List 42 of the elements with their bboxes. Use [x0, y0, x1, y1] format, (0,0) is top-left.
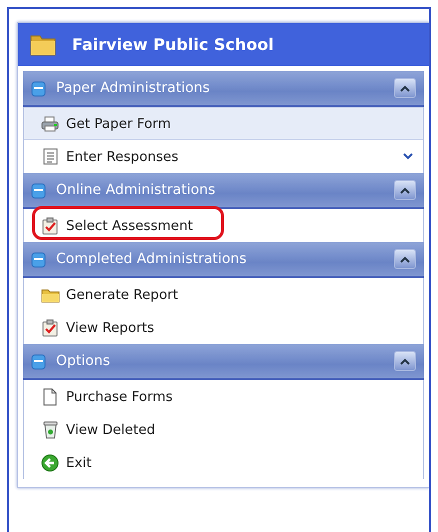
menu-item[interactable]: Generate Report — [24, 278, 423, 311]
page-icon — [43, 388, 57, 406]
chevron-icon — [400, 84, 410, 92]
menu-item-label: Purchase Forms — [66, 388, 174, 404]
section-icon — [31, 352, 46, 370]
form-icon — [42, 148, 58, 165]
section-icon — [31, 80, 46, 96]
collapse-button[interactable] — [394, 78, 416, 98]
chevron-icon — [400, 358, 410, 364]
chevron-icon — [400, 186, 410, 194]
menu-item-label: Select Assessment — [66, 218, 194, 234]
chevron-down-icon — [403, 153, 413, 160]
section-title: Online Administrations — [56, 182, 216, 198]
checklist-icon — [42, 216, 58, 234]
menu-item[interactable]: Enter Responses — [24, 140, 423, 173]
section-icon — [31, 250, 46, 268]
section-title: Paper Administrations — [56, 80, 211, 96]
recycle-bin-icon — [42, 420, 58, 438]
collapse-button[interactable] — [394, 249, 416, 269]
collapse-button[interactable] — [394, 180, 416, 200]
folder-icon — [30, 34, 56, 56]
menu-item-label: Exit — [66, 454, 93, 470]
section-title: Options — [56, 353, 112, 369]
menu-item-label: View Reports — [66, 320, 156, 336]
menu-item[interactable]: Get Paper Form — [24, 107, 423, 140]
menu-item[interactable]: View Reports — [24, 311, 423, 344]
section-title: Completed Administrations — [56, 251, 248, 267]
collapse-button[interactable] — [394, 351, 416, 371]
menu-item[interactable]: View Deleted — [24, 413, 423, 446]
section-icon — [31, 182, 46, 198]
panel-title: Fairview Public School — [72, 35, 274, 54]
menu-item-label: Enter Responses — [66, 148, 180, 164]
folder-icon — [40, 286, 60, 302]
menu-item[interactable]: Exit — [24, 446, 423, 479]
menu-item[interactable]: Select Assessment — [24, 209, 423, 242]
chevron-icon — [400, 256, 410, 262]
checklist-icon — [42, 318, 58, 336]
menu-item-label: View Deleted — [66, 422, 156, 438]
menu-item-label: Generate Report — [66, 286, 180, 302]
menu-item-label: Get Paper Form — [66, 116, 172, 132]
printer-icon — [41, 116, 59, 132]
menu-item[interactable]: Purchase Forms — [24, 380, 423, 413]
